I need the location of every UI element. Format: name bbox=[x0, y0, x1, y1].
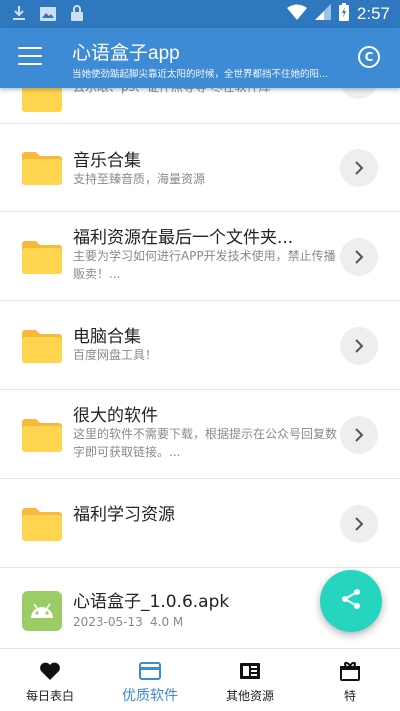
list-item-title: 很大的软件 bbox=[73, 406, 158, 426]
list-item-desc: 百度网盘工具！ bbox=[73, 348, 158, 362]
android-icon bbox=[22, 591, 62, 631]
folder-icon bbox=[22, 327, 62, 363]
image-icon bbox=[40, 6, 56, 25]
list-item[interactable]: 音乐合集 支持至臻音质，海量资源 bbox=[0, 124, 400, 212]
list-item[interactable]: 云乐眼、ps、证件照等等 尽在软件库 bbox=[0, 88, 400, 124]
chevron-right-icon[interactable] bbox=[340, 327, 378, 365]
download-icon bbox=[12, 5, 26, 25]
app-bar: 心语盒子app 当她使劲踮起脚尖靠近太阳的时候，全世界都挡不住她的阳... C bbox=[0, 28, 400, 88]
chevron-right-icon[interactable] bbox=[340, 238, 378, 276]
bottom-nav: 每日表白 优质软件 其他资源 特 bbox=[0, 648, 400, 711]
folder-icon bbox=[22, 88, 62, 112]
chevron-right-icon[interactable] bbox=[340, 416, 378, 454]
list-item[interactable]: 福利学习资源 bbox=[0, 480, 400, 568]
lock-icon bbox=[70, 5, 84, 25]
menu-icon[interactable] bbox=[18, 47, 42, 67]
resource-list: 云乐眼、ps、证件照等等 尽在软件库 音乐合集 支持至臻音质，海量资源 福利资源… bbox=[0, 88, 400, 648]
list-item-desc: 支持至臻音质，海量资源 bbox=[73, 172, 206, 186]
card-icon bbox=[139, 661, 161, 681]
status-bar: 2:57 bbox=[0, 0, 400, 28]
newspaper-icon bbox=[239, 661, 261, 681]
folder-icon bbox=[22, 238, 62, 274]
nav-label: 优质软件 bbox=[122, 688, 178, 704]
chevron-right-icon[interactable] bbox=[340, 505, 378, 543]
list-item-title: 福利学习资源 bbox=[73, 505, 175, 525]
folder-icon bbox=[22, 416, 62, 452]
app-subtitle: 当她使劲踮起脚尖靠近太阳的时候，全世界都挡不住她的阳... bbox=[72, 69, 329, 80]
gift-icon bbox=[339, 661, 361, 681]
chevron-right-icon[interactable] bbox=[340, 149, 378, 187]
list-item-desc: 这里的软件不需要下载，根据提示在公众号回复数字即可获取链接。... bbox=[73, 427, 338, 459]
battery-icon bbox=[338, 3, 349, 25]
copyright-icon[interactable]: C bbox=[358, 46, 380, 68]
share-icon bbox=[339, 587, 363, 615]
app-title: 心语盒子app bbox=[72, 43, 180, 64]
status-time: 2:57 bbox=[356, 4, 390, 23]
nav-label: 特 bbox=[343, 689, 356, 703]
share-button[interactable] bbox=[320, 570, 382, 632]
list-item-desc: 云乐眼、ps、证件照等等 尽在软件库 bbox=[73, 88, 341, 96]
list-item-title: 电脑合集 bbox=[73, 327, 141, 347]
nav-item-software[interactable]: 优质软件 bbox=[100, 649, 200, 711]
file-name: 心语盒子_1.0.6.apk bbox=[73, 592, 230, 612]
wifi-icon bbox=[286, 4, 307, 24]
heart-icon bbox=[39, 661, 61, 681]
list-item[interactable]: 福利资源在最后一个文件夹... 主要为学习如何进行APP开发技术使用，禁止传播贩… bbox=[0, 213, 400, 301]
list-item-desc: 主要为学习如何进行APP开发技术使用，禁止传播贩卖！... bbox=[73, 249, 336, 281]
folder-icon bbox=[22, 505, 62, 541]
file-size: 4.0 M bbox=[150, 615, 184, 629]
nav-item-special[interactable]: 特 bbox=[300, 649, 400, 711]
file-date: 2023-05-13 bbox=[73, 615, 143, 629]
folder-icon bbox=[22, 149, 62, 185]
list-item-title: 音乐合集 bbox=[73, 151, 141, 171]
chevron-right-icon[interactable] bbox=[340, 88, 378, 99]
signal-icon bbox=[314, 4, 331, 24]
list-item[interactable]: 电脑合集 百度网盘工具！ bbox=[0, 302, 400, 390]
nav-item-other[interactable]: 其他资源 bbox=[200, 649, 300, 711]
nav-label: 其他资源 bbox=[225, 689, 274, 703]
nav-item-daily[interactable]: 每日表白 bbox=[0, 649, 100, 711]
nav-label: 每日表白 bbox=[25, 689, 74, 703]
list-item[interactable]: 很大的软件 这里的软件不需要下载，根据提示在公众号回复数字即可获取链接。... bbox=[0, 391, 400, 479]
list-item-title: 福利资源在最后一个文件夹... bbox=[73, 228, 294, 248]
